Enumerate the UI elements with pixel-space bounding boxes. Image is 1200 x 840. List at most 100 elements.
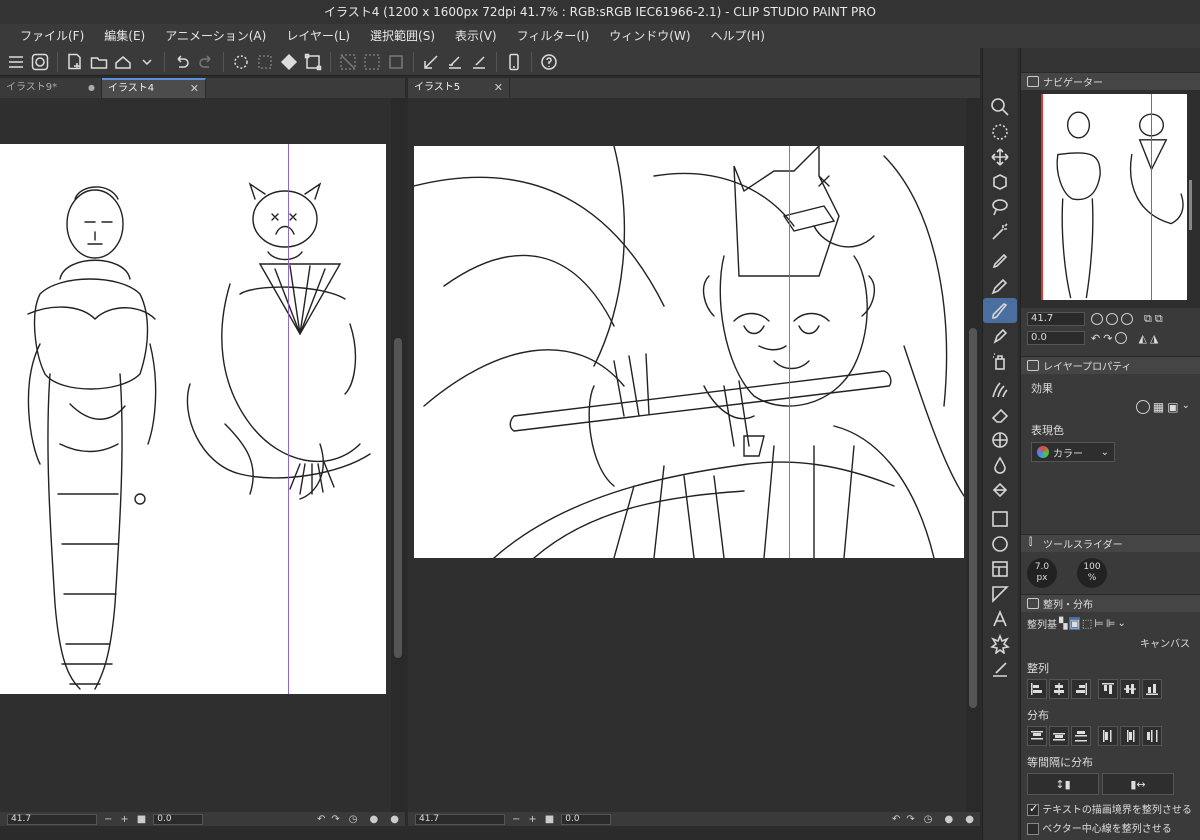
align-bottom-icon[interactable] (1142, 679, 1162, 699)
tool-slider-header[interactable]: ⫿ ツールスライダー (1021, 534, 1200, 552)
align-top-icon[interactable] (1098, 679, 1118, 699)
snap-grid-icon[interactable] (444, 51, 466, 73)
brush-size-dial[interactable]: 7.0 px (1027, 558, 1057, 588)
zoom-field[interactable]: 41.7 (7, 813, 97, 825)
vector-center-checkbox[interactable] (1027, 823, 1039, 835)
equal-spacing-h-button[interactable]: ▮↔ (1102, 773, 1174, 795)
navigator-preview[interactable] (1041, 94, 1187, 300)
text-icon[interactable] (983, 606, 1017, 631)
rotate-right-icon[interactable]: ↷ (1103, 332, 1112, 345)
vertical-scrollbar[interactable] (391, 98, 405, 812)
flip-vertical-icon[interactable]: ● (965, 814, 974, 825)
menu-layer[interactable]: レイヤー(L) (276, 24, 360, 48)
menu-filter[interactable]: フィルター(I) (507, 24, 600, 48)
snap-ruler-icon[interactable] (420, 51, 442, 73)
rotate-left-icon[interactable]: ↶ (1091, 332, 1100, 345)
distribute-right-icon[interactable] (1142, 726, 1162, 746)
menu-icon[interactable] (5, 51, 27, 73)
align-layer-icon[interactable]: ⬚ (1082, 617, 1092, 630)
opacity-dial[interactable]: 100 % (1077, 558, 1107, 588)
pencil-icon[interactable] (983, 273, 1017, 298)
pen-icon[interactable] (983, 248, 1017, 273)
select-layer-icon[interactable] (254, 51, 276, 73)
spray-icon[interactable] (983, 348, 1017, 373)
menu-animation[interactable]: アニメーション(A) (155, 24, 276, 48)
scroll-thumb[interactable] (394, 338, 402, 658)
menu-window[interactable]: ウィンドウ(W) (599, 24, 700, 48)
vertical-scrollbar[interactable] (966, 98, 980, 812)
correct-line-icon[interactable] (983, 656, 1017, 681)
transform-icon[interactable] (302, 51, 324, 73)
canvas-paper[interactable] (0, 144, 386, 694)
menu-view[interactable]: 表示(V) (445, 24, 507, 48)
lasso-icon[interactable] (983, 194, 1017, 219)
distribute-center-icon[interactable] (1120, 726, 1140, 746)
snap-special-icon[interactable] (468, 51, 490, 73)
magic-wand-icon[interactable] (983, 219, 1017, 244)
rotate-left-icon[interactable]: ↶ (317, 814, 325, 825)
menu-selection[interactable]: 選択範囲(S) (360, 24, 445, 48)
flip-vertical-icon[interactable]: ● (390, 814, 399, 825)
zoom-in-icon[interactable]: + (528, 814, 536, 825)
close-icon[interactable]: ✕ (494, 78, 503, 98)
zoom-field[interactable]: 41.7 (415, 813, 505, 825)
scroll-thumb[interactable] (969, 328, 977, 708)
align-object-icon[interactable]: ⊫ (1106, 617, 1116, 630)
select-area-icon[interactable] (361, 51, 383, 73)
move-icon[interactable] (983, 144, 1017, 169)
zoom-in-icon[interactable] (1106, 313, 1118, 325)
save-icon[interactable] (112, 51, 134, 73)
object-icon[interactable] (983, 169, 1017, 194)
stop-icon[interactable]: ■ (137, 814, 146, 825)
menu-edit[interactable]: 編集(E) (94, 24, 155, 48)
rotate-right-icon[interactable]: ↷ (906, 814, 914, 825)
new-file-icon[interactable] (64, 51, 86, 73)
align-header[interactable]: 整列・分布 (1021, 594, 1200, 612)
phone-icon[interactable] (503, 51, 525, 73)
deselect-icon[interactable] (337, 51, 359, 73)
zoom-in-icon[interactable]: + (120, 814, 128, 825)
eraser-icon[interactable] (983, 402, 1017, 427)
menu-file[interactable]: ファイル(F) (10, 24, 94, 48)
fill-icon[interactable] (278, 51, 300, 73)
nav-angle-field[interactable]: 0.0 (1027, 331, 1085, 345)
brush-icon[interactable] (983, 298, 1017, 323)
zoom-icon[interactable] (983, 94, 1017, 119)
blend-icon[interactable] (983, 377, 1017, 402)
check-vector-row[interactable]: ベクター中心線を整列させる (1027, 820, 1194, 835)
flip-icon[interactable]: ● (945, 814, 954, 825)
distribute-middle-icon[interactable] (1049, 726, 1069, 746)
angle-field[interactable]: 0.0 (561, 813, 612, 825)
zoom-out-icon[interactable]: − (512, 814, 520, 825)
bucket-icon[interactable] (983, 477, 1017, 502)
lasso-rotate-icon[interactable] (983, 119, 1017, 144)
zoom-out-icon[interactable]: − (104, 814, 112, 825)
water-icon[interactable] (983, 452, 1017, 477)
reset-rotation-icon[interactable]: ◷ (349, 814, 358, 825)
tone-icon[interactable]: ▦ (1153, 400, 1164, 414)
ellipse-icon[interactable] (983, 531, 1017, 556)
rotate-right-icon[interactable]: ↷ (331, 814, 339, 825)
align-middle-v-icon[interactable] (1120, 679, 1140, 699)
tab-illust5[interactable]: イラスト5 ✕ (408, 78, 510, 98)
align-selection-icon[interactable]: ▚ (1059, 617, 1067, 630)
align-key-icon[interactable]: ⊨ (1094, 617, 1104, 630)
align-left-icon[interactable] (1027, 679, 1047, 699)
help-icon[interactable] (538, 51, 560, 73)
tab-illust9[interactable]: イラスト9* ● (0, 78, 102, 98)
layer-color-icon[interactable]: ▣ (1167, 400, 1178, 414)
fit-icon[interactable] (1121, 313, 1133, 325)
close-icon[interactable]: ✕ (190, 80, 199, 98)
fit-window-icon[interactable]: ⧉ (1155, 312, 1163, 326)
clear-icon[interactable] (230, 51, 252, 73)
text-bounds-checkbox[interactable] (1027, 802, 1039, 816)
invert-selection-icon[interactable] (385, 51, 407, 73)
zoom-out-icon[interactable] (1091, 313, 1103, 325)
navigator-scroll[interactable] (1189, 180, 1192, 230)
canvas-area[interactable] (408, 98, 966, 812)
undo-icon[interactable] (171, 51, 193, 73)
redo-icon[interactable] (195, 51, 217, 73)
equal-spacing-v-button[interactable]: ↕▮ (1027, 773, 1099, 795)
open-file-icon[interactable] (88, 51, 110, 73)
actual-size-icon[interactable]: ⧉ (1144, 312, 1152, 326)
